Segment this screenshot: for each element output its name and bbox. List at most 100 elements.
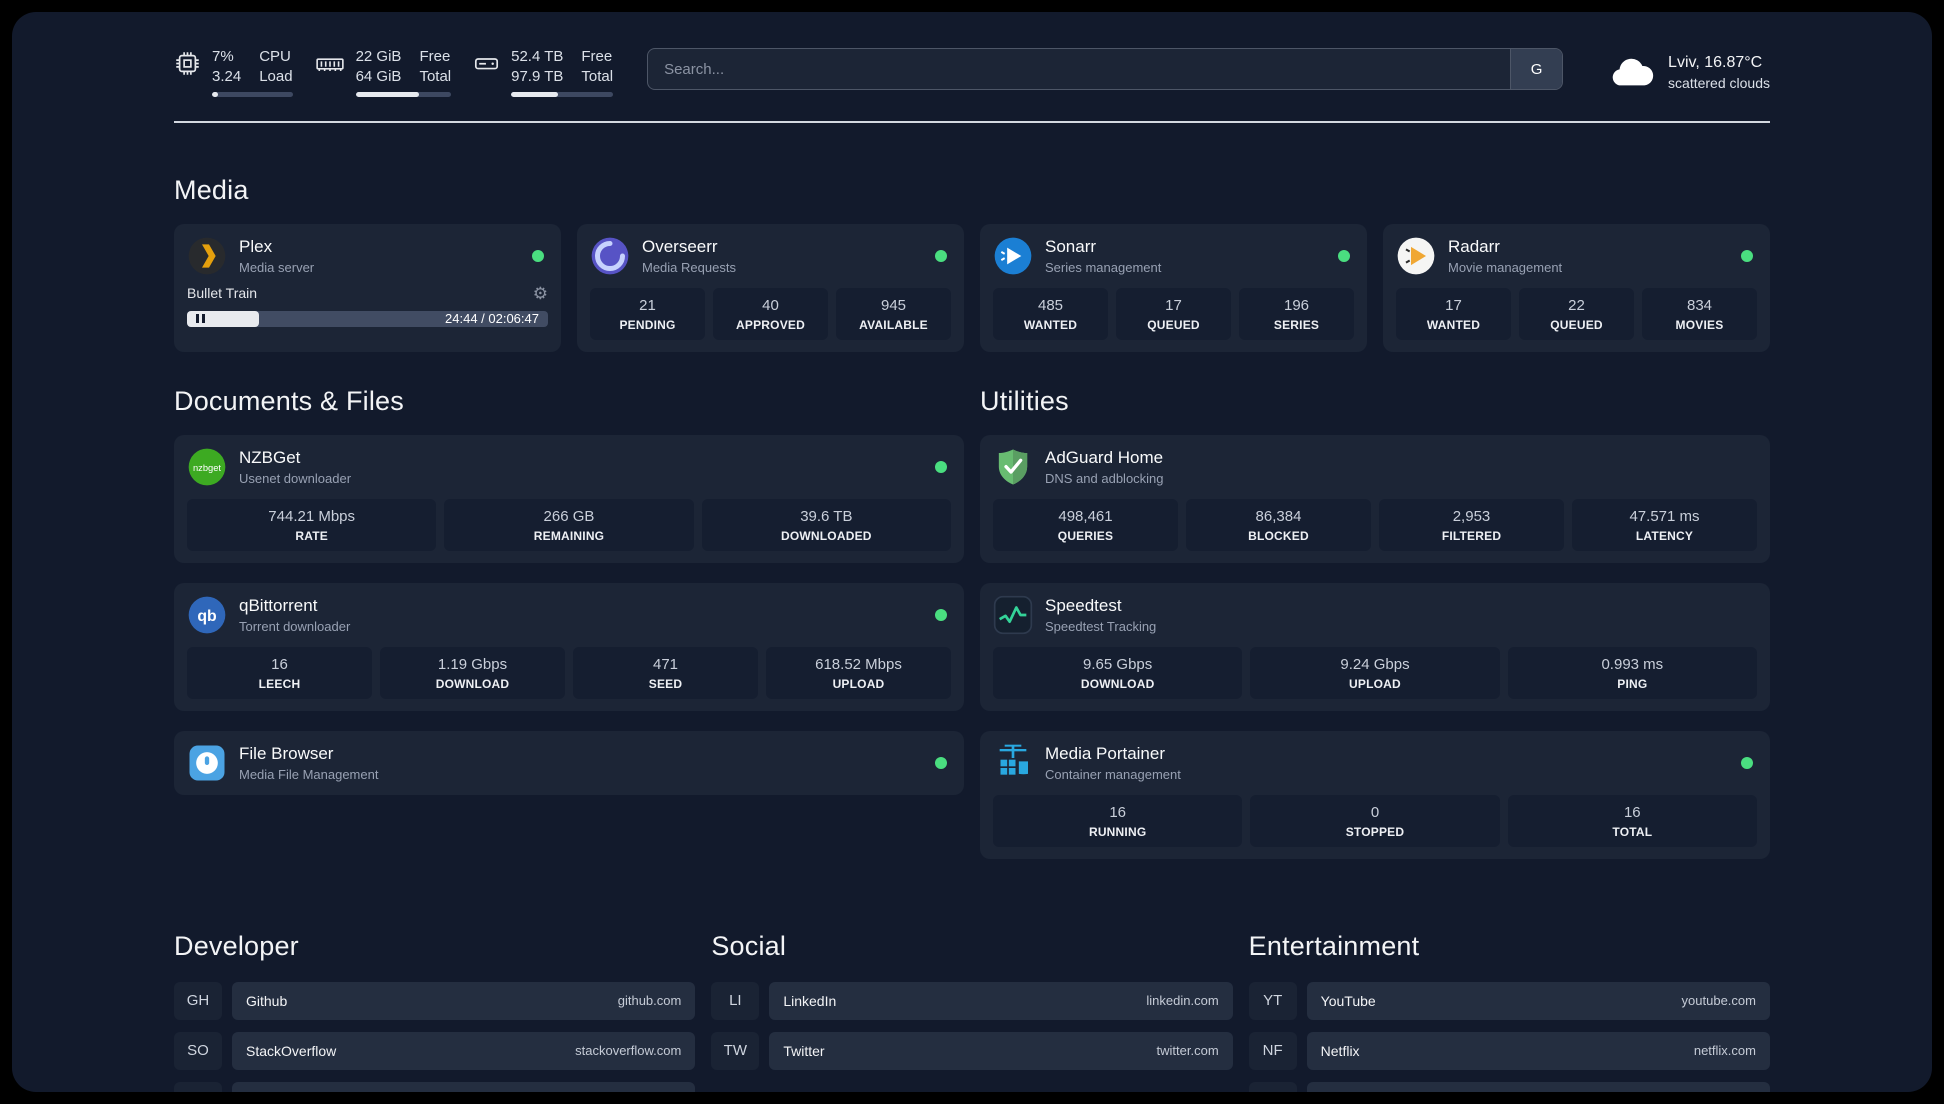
now-playing-title: Bullet Train: [187, 285, 258, 301]
service-card-nzbget[interactable]: nzbget NZBGet Usenet downloader 744.21 M…: [174, 434, 964, 563]
weather-location-temp: Lviv, 16.87°C: [1668, 53, 1763, 71]
bookmark-domain: github.com: [617, 993, 682, 1008]
bookmark-abbr: NF: [1248, 1031, 1297, 1070]
status-dot: [532, 249, 544, 262]
service-subtitle: Speedtest Tracking: [1045, 618, 1157, 634]
service-card-speedtest[interactable]: Speedtest Speedtest Tracking 9.65 Gbps D…: [980, 582, 1770, 711]
bookmark-dev[interactable]: DT DEV dev.to: [174, 1081, 696, 1092]
service-card-overseerr[interactable]: Overseerr Media Requests 21 PENDING 40 A…: [577, 223, 964, 352]
bookmark-reddit[interactable]: RE Reddit reddit.com: [1248, 1081, 1770, 1092]
stat-label: PENDING: [619, 317, 676, 332]
system-resources: 7% 3.24 CPU Load 22 GiB 64 GiB Free Tota…: [174, 48, 614, 97]
search-provider-button[interactable]: G: [1510, 49, 1563, 89]
disk-total-value: 97.9 TB: [511, 68, 564, 86]
status-dot: [1741, 249, 1753, 262]
stat-box: 17 WANTED: [1396, 287, 1511, 340]
bookmark-abbr: LI: [711, 981, 760, 1020]
bookmark-linkedin[interactable]: LI LinkedIn linkedin.com: [711, 981, 1233, 1020]
stat-label: TOTAL: [1612, 824, 1653, 839]
stat-box: 834 MOVIES: [1642, 287, 1757, 340]
gear-icon[interactable]: ⚙: [533, 285, 548, 302]
bookmark-youtube[interactable]: YT YouTube youtube.com: [1248, 981, 1770, 1020]
stat-label: PING: [1617, 676, 1648, 691]
stat-value: 22: [1568, 296, 1585, 314]
stat-box: 485 WANTED: [993, 287, 1108, 340]
service-subtitle: Media Requests: [642, 259, 736, 275]
service-name: Plex: [239, 236, 273, 256]
bookmark-stackoverflow[interactable]: SO StackOverflow stackoverflow.com: [174, 1031, 696, 1070]
stat-label: RATE: [295, 528, 328, 543]
pause-icon[interactable]: [196, 314, 205, 323]
service-card-filebrowser[interactable]: File Browser Media File Management: [174, 730, 964, 795]
disk-widget: 52.4 TB 97.9 TB Free Total: [473, 48, 614, 97]
stat-box: 9.65 Gbps DOWNLOAD: [993, 646, 1243, 699]
service-name: Sonarr: [1045, 236, 1097, 256]
service-card-radarr[interactable]: Radarr Movie management 17 WANTED 22 QUE…: [1383, 223, 1770, 352]
memory-total-value: 64 GiB: [355, 68, 402, 86]
stat-value: 0.993 ms: [1601, 655, 1664, 673]
stat-box: 0.993 ms PING: [1507, 646, 1757, 699]
bookmark-name: Github: [246, 992, 288, 1009]
stat-value: 945: [880, 296, 907, 314]
stat-label: UPLOAD: [832, 676, 885, 691]
stat-label: LEECH: [258, 676, 301, 691]
status-dot: [935, 249, 947, 262]
bookmarks-developer: Developer GH Github github.com SO StackO…: [174, 931, 696, 1092]
stat-box: 39.6 TB DOWNLOADED: [701, 498, 951, 551]
disk-free-value: 52.4 TB: [511, 48, 564, 65]
service-subtitle: Container management: [1045, 766, 1181, 782]
nzbget-icon: nzbget: [187, 447, 227, 487]
search-input[interactable]: [648, 49, 1511, 89]
bookmark-github[interactable]: GH Github github.com: [174, 981, 696, 1020]
stat-label: UPLOAD: [1349, 676, 1401, 691]
service-card-qbittorrent[interactable]: qb qBittorrent Torrent downloader 16 LEE…: [174, 582, 964, 711]
stat-box: 0 STOPPED: [1250, 794, 1500, 847]
playback-progress-bar[interactable]: 24:44 / 02:06:47: [187, 310, 548, 327]
memory-progress-track: [355, 91, 452, 97]
status-dot: [1338, 249, 1350, 262]
section-title-social: Social: [711, 930, 787, 961]
stat-value: 0: [1370, 803, 1380, 821]
bookmark-twitter[interactable]: TW Twitter twitter.com: [711, 1031, 1233, 1070]
status-dot: [935, 756, 947, 769]
section-title-utilities: Utilities: [980, 385, 1069, 416]
cpu-progress-fill: [212, 91, 218, 97]
bookmark-abbr: DT: [174, 1081, 222, 1092]
overseerr-icon: [590, 236, 630, 276]
status-dot: [1741, 756, 1753, 769]
stat-box: 16 LEECH: [187, 646, 372, 699]
disk-progress-fill: [511, 91, 559, 97]
service-card-plex[interactable]: Plex Media server Bullet Train ⚙ 24:44 /…: [174, 223, 561, 352]
speedtest-icon: [993, 595, 1033, 635]
memory-progress-fill: [355, 91, 419, 97]
service-card-sonarr[interactable]: Sonarr Series management 485 WANTED 17 Q…: [980, 223, 1367, 352]
service-card-portainer[interactable]: Media Portainer Container management 16 …: [980, 730, 1770, 859]
service-subtitle: Torrent downloader: [239, 618, 351, 634]
sonarr-icon: [993, 236, 1033, 276]
memory-icon: [315, 50, 345, 77]
bookmark-netflix[interactable]: NF Netflix netflix.com: [1248, 1031, 1770, 1070]
stat-label: STOPPED: [1345, 824, 1405, 839]
stat-label: DOWNLOAD: [435, 676, 510, 691]
section-title-entertainment: Entertainment: [1248, 930, 1420, 961]
service-card-adguard-home[interactable]: AdGuard Home DNS and adblocking 498,461 …: [980, 434, 1770, 563]
stat-value: 471: [652, 655, 679, 673]
service-name: Radarr: [1448, 236, 1500, 256]
stat-label: QUERIES: [1057, 528, 1114, 543]
stat-box: 16 RUNNING: [993, 794, 1243, 847]
disk-total-label: Total: [581, 68, 614, 86]
status-dot: [935, 608, 947, 621]
cpu-load-value: 3.24: [212, 68, 242, 86]
bookmarks-social: Social LI LinkedIn linkedin.com TW Twitt…: [711, 930, 1233, 1082]
stat-box: 16 TOTAL: [1507, 794, 1757, 847]
bookmark-name: Netflix: [1320, 1042, 1360, 1059]
service-name: Speedtest: [1045, 595, 1122, 615]
stat-box: 17 QUEUED: [1116, 287, 1231, 340]
stat-label: WANTED: [1023, 317, 1078, 332]
weather-widget[interactable]: Lviv, 16.87°C scattered clouds: [1609, 54, 1770, 91]
bookmark-name: Twitter: [783, 1042, 825, 1059]
stat-box: 2,953 FILTERED: [1379, 498, 1564, 551]
adguard-icon: [993, 447, 1033, 487]
section-documents-files: Documents & Files nzbget NZBGet Usenet d…: [174, 386, 964, 795]
stat-value: 196: [1283, 296, 1310, 314]
